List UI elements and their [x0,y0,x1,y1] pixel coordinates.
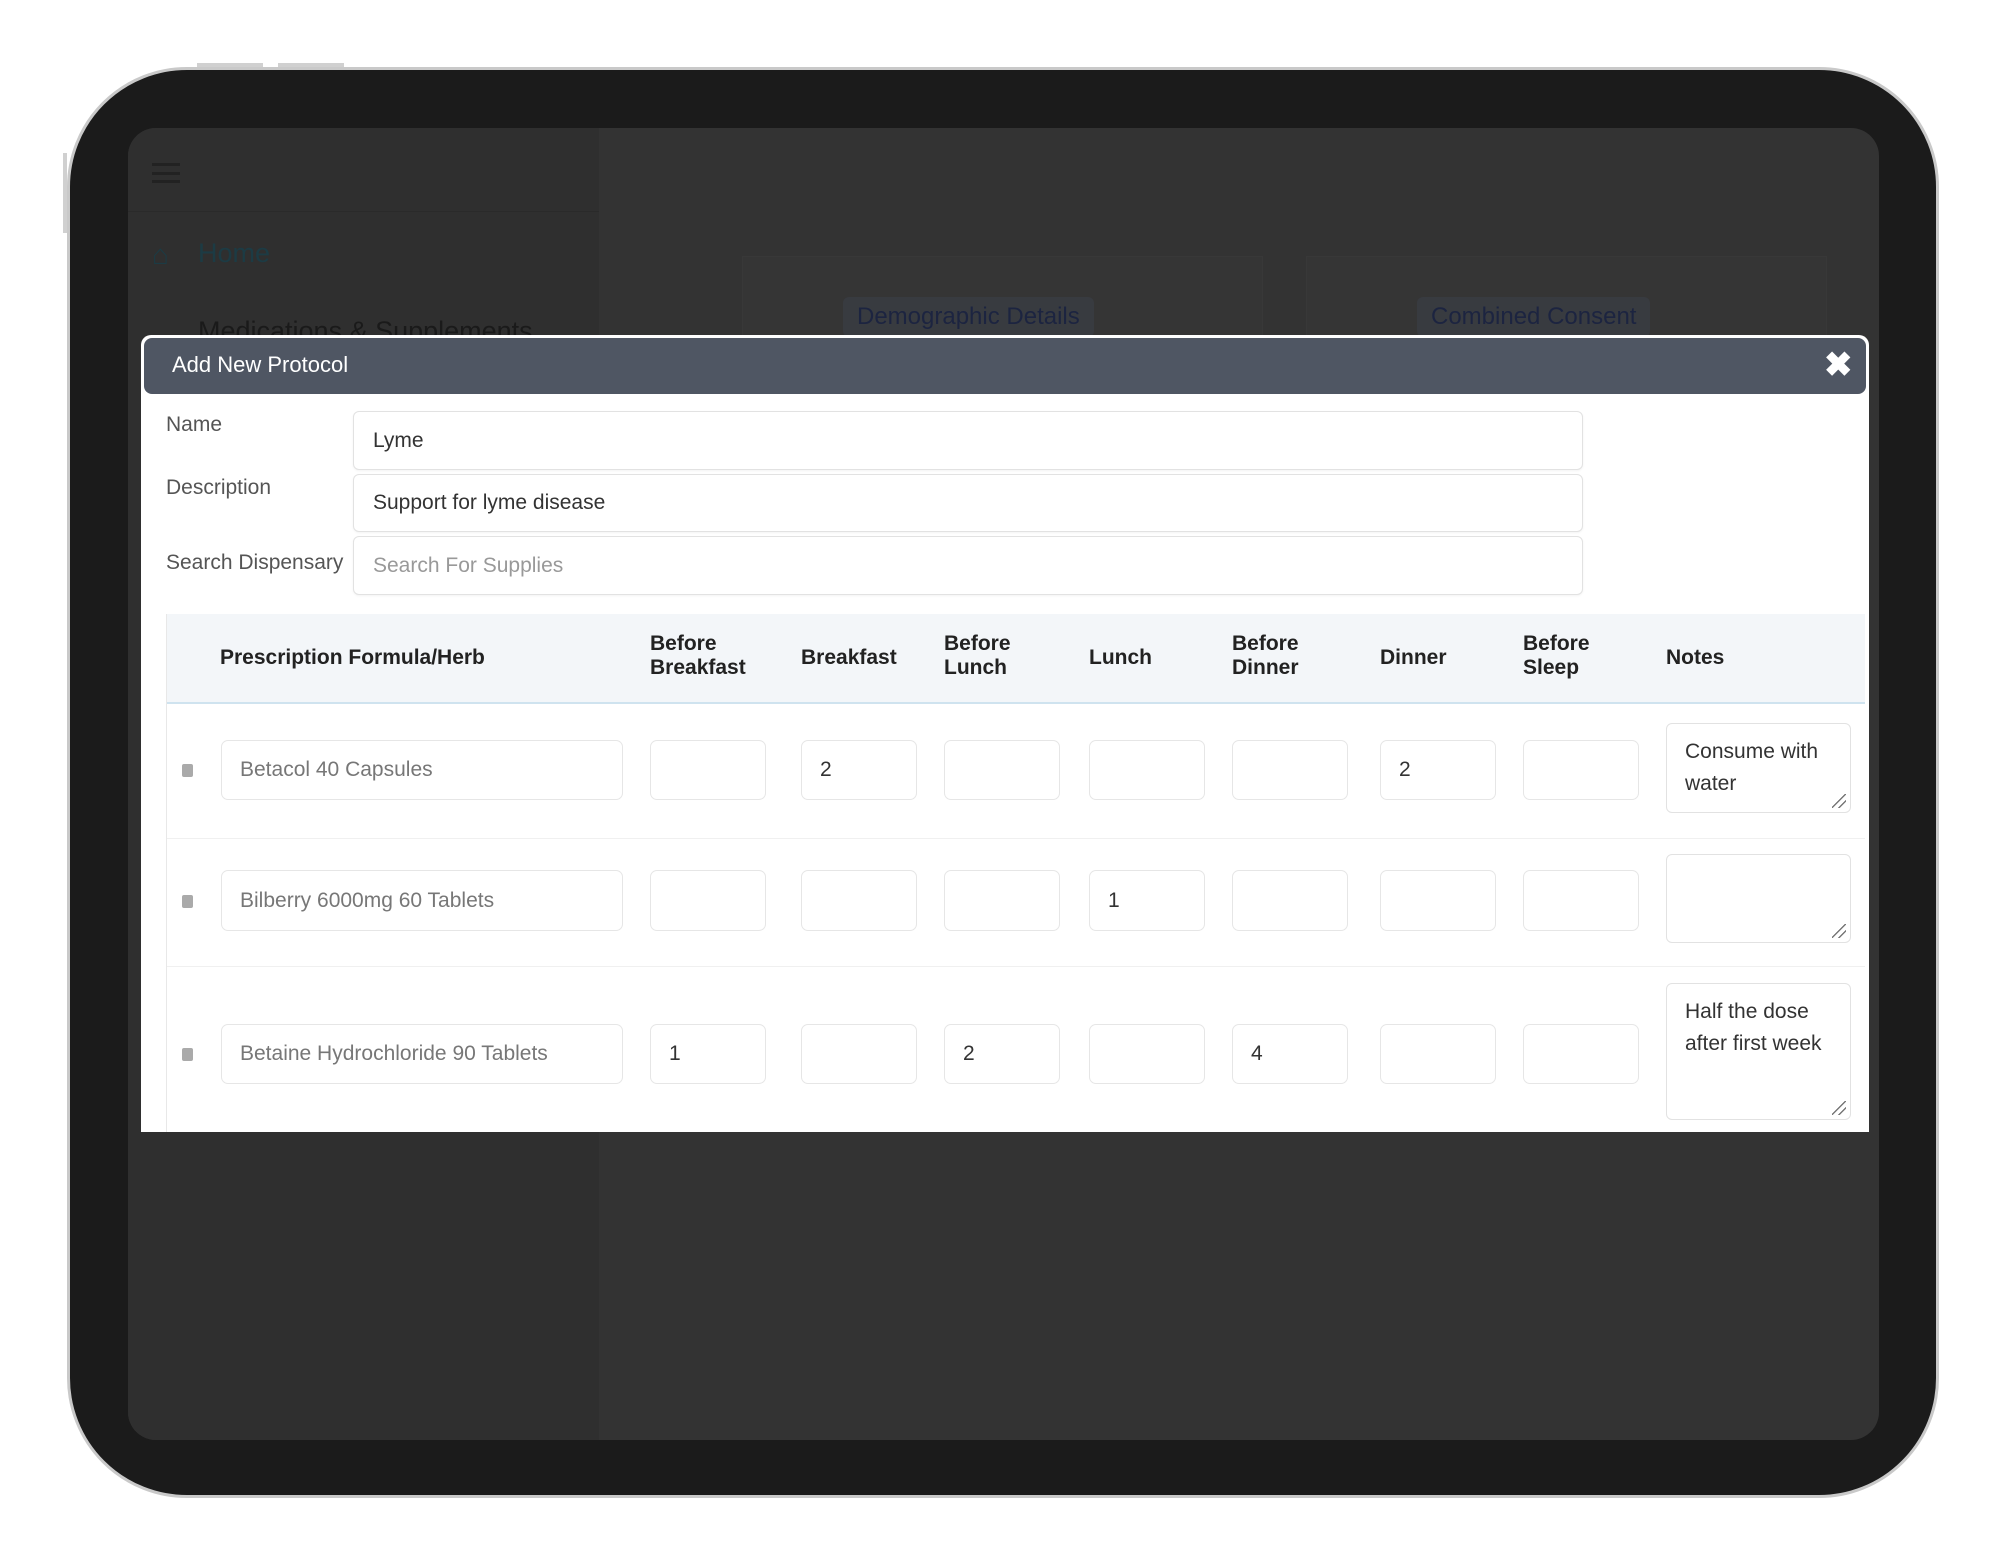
notes-value: Half the dose after first week [1685,1000,1822,1055]
combined-consent-button[interactable]: Combined Consent [1417,297,1651,337]
before-sleep-input[interactable] [1523,1024,1639,1084]
lunch-input[interactable] [1089,740,1205,800]
notes-textarea[interactable]: Consume with water [1666,723,1851,813]
formula-value: Betaine Hydrochloride 90 Tablets [240,1042,548,1065]
before-breakfast-input[interactable] [650,740,766,800]
breakfast-input[interactable] [801,1024,917,1084]
row-divider [167,838,1865,839]
column-header-notes: Notes [1666,646,1725,669]
description-label: Description [166,476,272,499]
dose-value: 1 [1108,888,1120,912]
before-dinner-input[interactable] [1232,740,1348,800]
column-header-before-dinner: Before Dinner [1232,632,1299,679]
column-header-before-lunch: Before Lunch [944,632,1011,679]
before-dinner-input[interactable]: 4 [1232,1024,1348,1084]
breakfast-input[interactable] [801,870,917,931]
table-header: Prescription Formula/Herb Before Breakfas… [167,614,1865,704]
before-lunch-input[interactable] [944,870,1060,931]
name-input[interactable]: Lyme [353,411,1583,470]
row-divider [167,966,1865,967]
name-label: Name [166,413,223,436]
close-icon[interactable]: ✖ [1824,346,1853,384]
dinner-input[interactable] [1380,1024,1496,1084]
divider [128,211,599,212]
formula-input[interactable]: Betaine Hydrochloride 90 Tablets [221,1024,623,1084]
dose-value: 2 [1399,758,1411,781]
before-sleep-input[interactable] [1523,740,1639,800]
resize-handle-icon[interactable] [1832,1101,1846,1115]
description-value: Support for lyme disease [373,491,606,514]
search-dispensary-input[interactable]: Search For Supplies [353,536,1583,595]
home-icon: ⌂ [152,239,169,270]
resize-handle-icon[interactable] [1832,794,1846,808]
resize-handle-icon[interactable] [1832,924,1846,938]
dose-value: 2 [963,1042,975,1065]
column-header-lunch: Lunch [1089,646,1152,669]
dose-value: 2 [820,758,832,781]
dinner-input[interactable] [1380,870,1496,931]
before-dinner-input[interactable] [1232,870,1348,931]
add-protocol-dialog: Add New Protocol ✖ Name Lyme Description… [141,335,1869,1132]
dialog-header: Add New Protocol ✖ [144,338,1866,394]
search-dispensary-label: Search Dispensary [166,551,344,574]
trash-icon[interactable] [182,764,193,777]
formula-input[interactable]: Bilberry 6000mg 60 Tablets [221,870,623,931]
formula-value: Betacol 40 Capsules [240,758,433,781]
before-sleep-input[interactable] [1523,870,1639,931]
breakfast-input[interactable]: 2 [801,740,917,800]
dinner-input[interactable]: 2 [1380,740,1496,800]
before-breakfast-input[interactable]: 1 [650,1024,766,1084]
formula-input[interactable]: Betacol 40 Capsules [221,740,623,800]
column-header-breakfast: Breakfast [801,646,897,669]
sidebar-item-home[interactable]: Home [198,238,270,269]
column-header-before-breakfast: Before Breakfast [650,632,746,679]
trash-icon[interactable] [182,894,193,908]
before-breakfast-input[interactable] [650,870,766,931]
notes-value: Consume with water [1685,740,1819,795]
lunch-input[interactable]: 1 [1089,870,1205,931]
trash-icon[interactable] [182,1048,193,1061]
dialog-title: Add New Protocol [172,352,349,377]
description-input[interactable]: Support for lyme disease [353,474,1583,532]
dose-value: 4 [1251,1042,1263,1065]
column-header-formula: Prescription Formula/Herb [220,646,485,669]
dose-value: 1 [669,1042,681,1065]
search-placeholder: Search For Supplies [373,553,564,577]
column-header-before-sleep: Before Sleep [1523,632,1590,679]
protocol-table: Prescription Formula/Herb Before Breakfas… [166,614,1865,1132]
demographic-details-button[interactable]: Demographic Details [843,297,1094,337]
notes-textarea[interactable] [1666,854,1851,943]
before-lunch-input[interactable] [944,740,1060,800]
formula-value: Bilberry 6000mg 60 Tablets [240,888,495,912]
hamburger-icon[interactable] [152,163,180,183]
name-value: Lyme [373,428,424,452]
column-header-dinner: Dinner [1380,646,1447,669]
lunch-input[interactable] [1089,1024,1205,1084]
notes-textarea[interactable]: Half the dose after first week [1666,983,1851,1120]
before-lunch-input[interactable]: 2 [944,1024,1060,1084]
